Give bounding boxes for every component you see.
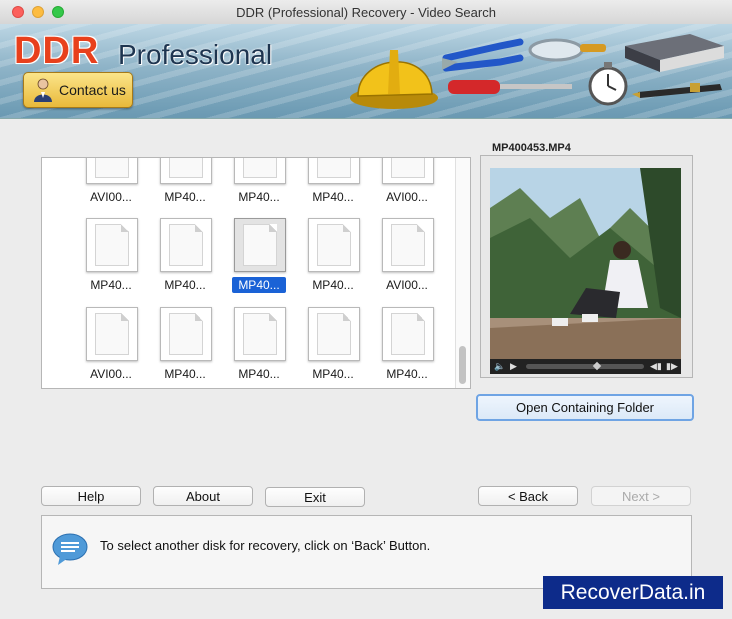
file-item[interactable]: AVI00... [74,307,148,388]
file-name: MP40... [312,278,354,292]
volume-icon[interactable]: 🔈 [494,361,505,372]
file-thumbnail-icon [234,307,286,361]
logo-ddr: DDR [14,30,100,72]
video-preview [490,168,681,359]
file-item[interactable]: MP40... [148,307,222,388]
about-button[interactable]: About [153,486,253,506]
file-name: MP40... [312,190,354,204]
open-containing-folder-button[interactable]: Open Containing Folder [476,394,694,421]
file-item[interactable]: MP40... [370,307,444,388]
file-thumbnail-icon [160,218,212,272]
file-name: AVI00... [90,367,132,381]
file-name: MP40... [238,190,280,204]
file-thumbnail-icon [382,218,434,272]
file-item[interactable]: MP40... [296,218,370,302]
file-thumbnail-icon [308,218,360,272]
file-thumbnail-icon [382,158,434,184]
file-name: MP40... [164,190,206,204]
file-thumbnail-icon [160,158,212,184]
file-name: MP40... [386,367,428,381]
title-bar: DDR (Professional) Recovery - Video Sear… [0,0,732,25]
scroll-thumb[interactable] [459,346,466,384]
hard-hat-icon [350,50,438,109]
file-thumbnail-icon [86,158,138,184]
speech-bubble-icon [52,533,88,565]
file-name: AVI00... [386,278,428,292]
file-name: MP40... [164,278,206,292]
tools-illustration [350,34,724,109]
file-item[interactable]: AVI00... [74,158,148,214]
file-thumbnail-icon [234,218,286,272]
file-thumbnail-icon [86,307,138,361]
screwdriver-icon [448,80,572,94]
file-name: MP40... [90,278,132,292]
file-item[interactable]: MP40... [148,218,222,302]
file-item[interactable]: MP40... [222,158,296,214]
watermark: RecoverData.in [543,576,723,609]
pliers-icon [442,38,524,72]
logo-professional: Professional [118,39,273,70]
file-item[interactable]: MP40... [296,158,370,214]
rewind-icon[interactable]: ◀▮ [650,361,662,372]
window-title: DDR (Professional) Recovery - Video Sear… [236,5,496,20]
file-name: MP40... [232,277,286,293]
seek-bar[interactable] [526,364,644,369]
file-name: MP40... [164,367,206,381]
file-thumbnail-icon [308,307,360,361]
help-button[interactable]: Help [41,486,141,506]
stopwatch-icon [588,62,628,106]
file-thumbnail-icon [308,158,360,184]
file-thumbnail-icon [382,307,434,361]
back-button[interactable]: < Back [478,486,578,506]
info-message: To select another disk for recovery, cli… [100,538,431,553]
video-controls[interactable]: 🔈 ▶ ◀▮ ▮▶ [490,359,681,374]
forward-icon[interactable]: ▮▶ [666,361,678,372]
file-thumbnail-icon [86,218,138,272]
contact-us-label: Contact us [59,82,126,98]
book-icon [625,34,724,72]
file-name: MP40... [238,367,280,381]
file-grid[interactable]: AVI00... MP40... MP40... MP40... AVI00... MP4… [41,157,471,389]
file-thumbnail-icon [234,158,286,184]
preview-filename: MP400453.MP4 [488,142,575,154]
file-name: AVI00... [90,190,132,204]
file-name: AVI00... [386,190,428,204]
magnifier-icon [528,38,606,62]
file-item[interactable]: MP40... [148,158,222,214]
file-item[interactable]: MP40... [222,218,296,302]
next-button[interactable]: Next > [591,486,691,506]
file-name: MP40... [312,367,354,381]
header-banner: DDR Professional Contact us [0,24,732,119]
file-item[interactable]: MP40... [74,218,148,302]
pen-icon [632,83,722,98]
exit-button[interactable]: Exit [265,487,365,507]
file-thumbnail-icon [160,307,212,361]
grid-scrollbar[interactable] [455,158,470,388]
file-item[interactable]: MP40... [222,307,296,388]
person-icon [34,78,52,102]
play-icon[interactable]: ▶ [510,361,517,372]
contact-us-button[interactable]: Contact us [23,72,133,108]
file-item[interactable]: AVI00... [370,218,444,302]
file-item[interactable]: MP40... [296,307,370,388]
file-item[interactable]: AVI00... [370,158,444,214]
